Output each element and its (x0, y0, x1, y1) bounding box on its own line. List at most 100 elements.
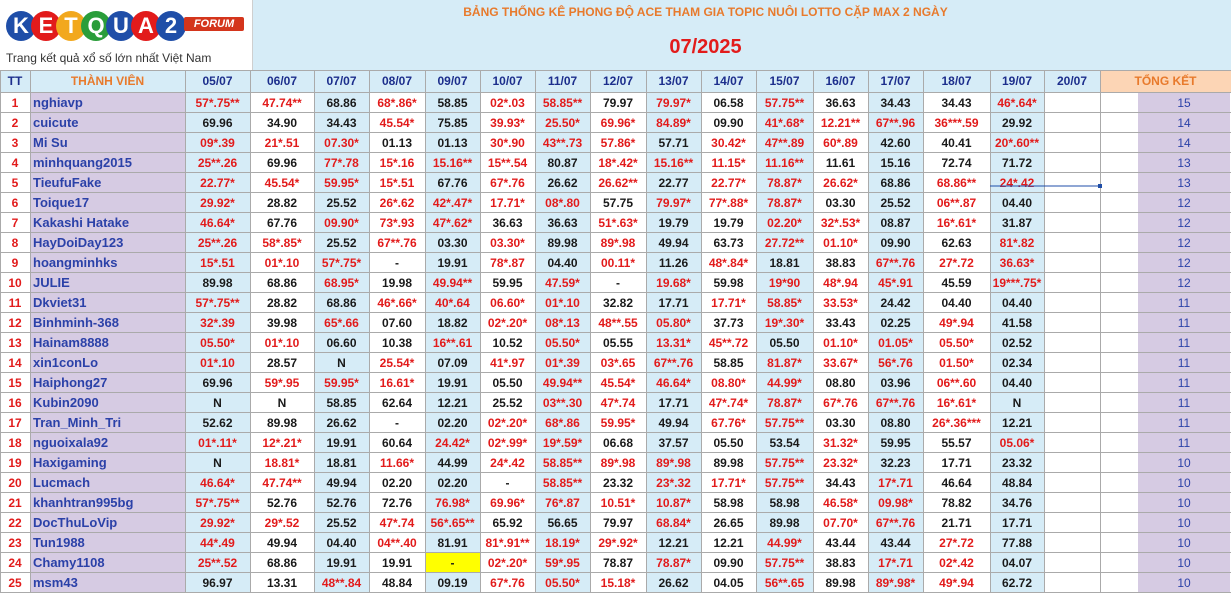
result-value: 68.86** (937, 176, 977, 190)
member-name: Lucmach (33, 475, 90, 490)
result-value: 19.68* (656, 276, 691, 290)
result-value: 05.50 (713, 436, 743, 450)
result-value: 57*.75* (322, 256, 362, 270)
result-value: 01*.10 (265, 256, 300, 270)
result-value: 03.30 (825, 196, 855, 210)
result-value: 45.54* (380, 116, 415, 130)
cell-cursor-handle[interactable] (1098, 184, 1102, 188)
result-value: 67*.76 (490, 576, 525, 590)
result-value: 02.20 (382, 476, 412, 490)
result-value: 36.63 (492, 216, 522, 230)
result-value: 25.52 (326, 196, 356, 210)
result-value: 17.71* (711, 296, 746, 310)
result-value: 25**.26 (198, 236, 238, 250)
total-value: 12 (1177, 276, 1191, 290)
result-value: 68.86 (326, 96, 356, 110)
row-number: 6 (12, 196, 19, 210)
page-title: BẢNG THỐNG KÊ PHONG ĐỘ ACE THAM GIA TOPI… (463, 5, 948, 19)
member-name: DocThuLoVip (33, 515, 117, 530)
result-value: 76.98* (435, 496, 470, 510)
member-name: nghiavp (33, 95, 83, 110)
result-value: 78.87* (767, 176, 802, 190)
result-value: 53.54 (769, 436, 799, 450)
result-value: 17.71* (490, 196, 525, 210)
blank-cell (1044, 532, 1100, 552)
result-value: 17.71 (658, 396, 688, 410)
blank-cell (1044, 392, 1100, 412)
result-value: 05.80* (656, 316, 691, 330)
table-row: 11 Dkviet31 57*.75** 28.82 68.86 46*.66* 40*.6… (0, 292, 1231, 312)
result-value: 89*.98 (601, 236, 636, 250)
result-value: 19.79 (713, 216, 743, 230)
site-logo[interactable]: KETQUA2 FORUM Trang kết quả xổ số lớn nh… (0, 0, 253, 70)
result-value: 36***.59 (934, 116, 978, 130)
result-value: 65.92 (492, 516, 522, 530)
result-value: 79.97* (656, 96, 691, 110)
result-value: 38.83 (825, 556, 855, 570)
result-value: 57*.75** (195, 496, 239, 510)
result-value: 33.67* (823, 356, 858, 370)
result-value: 89.98 (267, 416, 297, 430)
result-value: 67**.76 (876, 256, 916, 270)
result-value: 06**.60 (937, 376, 977, 390)
result-value: 16.61* (380, 376, 415, 390)
result-value: 18*.42* (598, 156, 638, 170)
result-value: 49.94 (326, 476, 356, 490)
result-value: 07.70* (823, 516, 858, 530)
result-value: 49.94** (543, 376, 583, 390)
result-value: 17.71 (941, 456, 971, 470)
result-value: 08.80* (711, 376, 746, 390)
total-value: 15 (1177, 96, 1191, 110)
result-value: 01.05* (878, 336, 913, 350)
result-value: 48.84 (382, 576, 412, 590)
result-value: 79.97 (603, 96, 633, 110)
row-number: 11 (9, 296, 22, 310)
result-value: 19.91 (437, 376, 467, 390)
result-value: 23.32 (603, 476, 633, 490)
result-value: 17.71 (658, 296, 688, 310)
total-value: 11 (1178, 316, 1191, 330)
result-value: 49.94 (658, 416, 688, 430)
result-value: 23.32* (823, 456, 858, 470)
result-value: 25.50* (545, 116, 580, 130)
total-value: 14 (1177, 136, 1191, 150)
result-value: 02*.42 (939, 556, 974, 570)
result-value: 06.58 (713, 96, 743, 110)
member-name: JULIE (33, 275, 70, 290)
table-row: 9 hoangminhks 15*.51 01*.10 57*.75* - 19.91 78*… (0, 252, 1231, 272)
result-value: 78.87 (603, 556, 633, 570)
result-value: 29.92* (200, 516, 235, 530)
table-row: 23 Tun1988 44*.49 49.94 04.40 04**.40 81.91 81*… (0, 532, 1231, 552)
blank-cell (1044, 412, 1100, 432)
total-value: 12 (1177, 216, 1191, 230)
result-value: 11.16** (765, 156, 804, 170)
result-value: 05.06* (1000, 436, 1035, 450)
stats-table: TT THÀNH VIÊN 05/07 06/07 07/07 08/07 09/07 10/… (0, 70, 1231, 608)
result-value: 84.89* (656, 116, 691, 130)
result-value: 15.18* (601, 576, 636, 590)
table-row: 8 HayDoiDay123 25**.26 58*.85* 25.52 67**.76 0… (0, 232, 1231, 252)
result-value: 48.84 (1002, 476, 1032, 490)
result-value: 13.31* (656, 336, 691, 350)
result-value: 05.50* (545, 336, 580, 350)
result-value: - (616, 276, 620, 290)
member-name: Kubin2090 (33, 395, 99, 410)
result-value: 28.82 (267, 296, 297, 310)
result-value: 27*.72 (939, 536, 974, 550)
result-value: 01.10* (823, 236, 858, 250)
row-number: 4 (12, 156, 19, 170)
result-value: 47.59* (545, 276, 580, 290)
result-value: 17.71* (711, 476, 746, 490)
result-value: 55.57 (941, 436, 971, 450)
total-value: 11 (1178, 356, 1191, 370)
result-value: 02*.99* (488, 436, 528, 450)
member-name: hoangminhks (33, 255, 118, 270)
result-value: 13.31 (267, 576, 297, 590)
result-value: 29*.52 (265, 516, 300, 530)
result-value: 19***.75* (993, 276, 1042, 290)
result-value: 49.94** (433, 276, 473, 290)
table-row: 16 Kubin2090 N N 58.85 62.64 12.21 25.52 03**.30… (0, 392, 1231, 412)
result-value: 33.43 (825, 316, 855, 330)
result-value: 58*.85* (262, 236, 302, 250)
row-number: 22 (8, 516, 22, 530)
